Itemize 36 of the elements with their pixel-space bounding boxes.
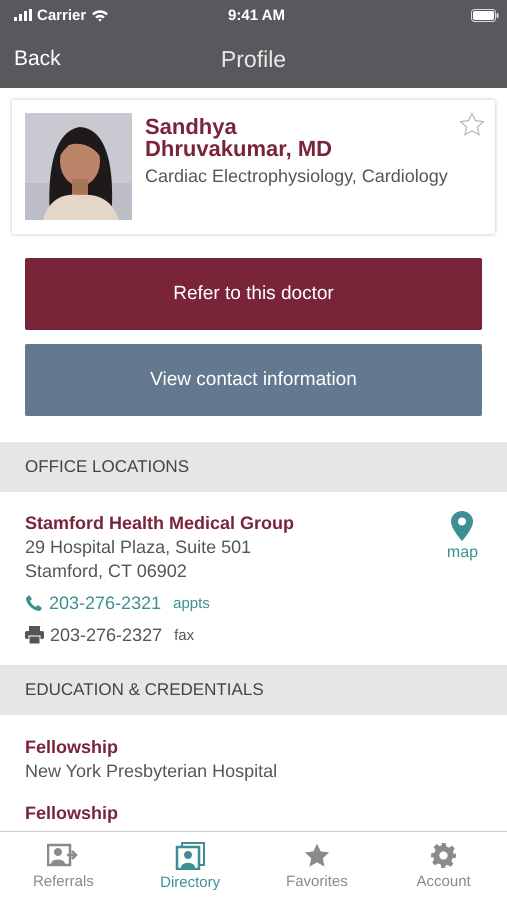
refer-button[interactable]: Refer to this doctor	[25, 258, 482, 330]
number-label: appts	[173, 594, 210, 612]
signal-icon	[14, 9, 32, 21]
tab-item[interactable]: Favorites	[254, 832, 380, 900]
carrier-name: Carrier	[37, 6, 86, 24]
address-line: Stamford, CT 06902	[25, 560, 188, 583]
number-label: fax	[174, 626, 194, 644]
tab-item[interactable]: Referrals	[0, 832, 127, 900]
contact-cards-icon	[175, 842, 206, 870]
phone-icon	[25, 594, 43, 612]
fax-number: 203-276-2327	[50, 624, 162, 646]
credential-institution: New York Presbyterian Hospital	[25, 760, 278, 783]
map-pin-icon	[451, 511, 474, 541]
section-header: OFFICE LOCATIONS	[0, 442, 507, 492]
contact-button[interactable]: View contact information	[25, 344, 482, 416]
doctor-specialty: Cardiac Electrophysiology, Cardiology	[145, 166, 448, 187]
phone-link[interactable]: 203-276-2321	[49, 592, 162, 614]
tab-item[interactable]: Directory	[126, 832, 254, 900]
screen-title: Profile	[220, 46, 286, 72]
doctor-name: Sandhya Dhruvakumar, MD	[145, 116, 334, 160]
tab-item[interactable]: Account	[380, 832, 507, 900]
star-icon[interactable]	[459, 112, 485, 137]
address-line: 29 Hospital Plaza, Suite 501	[25, 536, 252, 559]
back-button[interactable]: Back	[0, 43, 75, 75]
person-card-icon	[47, 842, 80, 868]
status-time: 9:41 AM	[227, 6, 286, 24]
wifi-icon	[91, 8, 110, 22]
battery-icon	[471, 8, 500, 22]
section-header: EDUCATION & CREDENTIALS	[0, 665, 507, 715]
settings-icon	[430, 842, 458, 869]
map-button[interactable]: map	[442, 511, 482, 563]
printer-icon	[25, 626, 44, 644]
credential-title: Fellowship	[25, 802, 120, 825]
office-name: Stamford Health Medical Group	[25, 512, 296, 535]
credential-title: Fellowship	[25, 736, 120, 759]
star-icon	[302, 842, 331, 869]
